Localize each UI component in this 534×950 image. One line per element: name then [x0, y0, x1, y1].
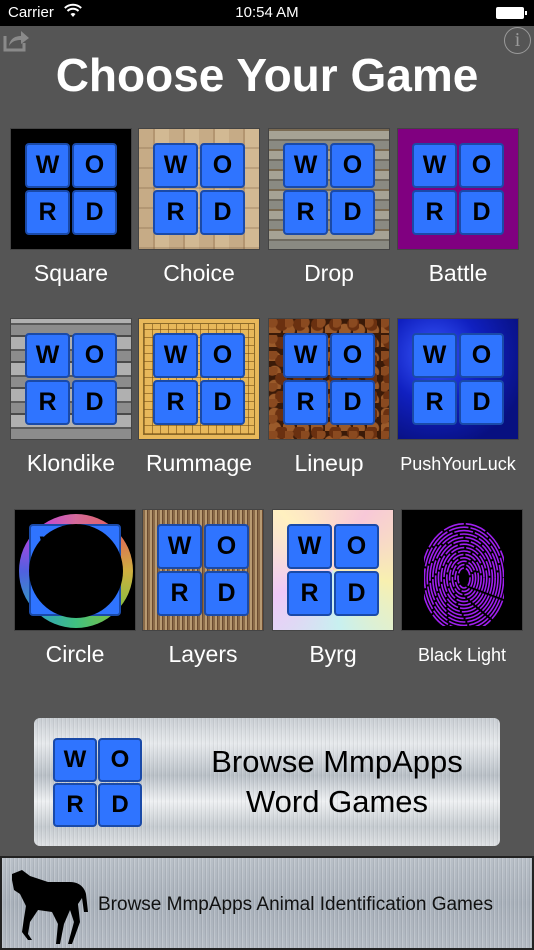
page-title: Choose Your Game [55, 49, 479, 101]
letter-tile: W [283, 143, 328, 188]
game-lineup[interactable]: W O R D Lineup [268, 318, 390, 476]
game-thumbnail[interactable]: WORD [268, 128, 390, 250]
letter-tile: R [412, 380, 457, 425]
letter-tile: R [25, 380, 70, 425]
letter-tile: W [412, 333, 457, 378]
letter-tile: O [459, 143, 504, 188]
letter-tile: D [334, 571, 379, 616]
word-logo-icon: W O R D [53, 738, 142, 827]
letter-tile: O [200, 143, 245, 188]
letter-tile: D [72, 380, 117, 425]
letter-tile: D [330, 380, 375, 425]
game-thumbnail[interactable]: WORD [10, 318, 132, 440]
status-bar: Carrier 10:54 AM [0, 0, 534, 26]
horse-icon [12, 870, 88, 944]
game-label: PushYourLuck [400, 454, 516, 474]
game-thumbnail[interactable]: WORD [138, 318, 260, 440]
letter-tile: O [200, 333, 245, 378]
letter-tile: R [29, 571, 74, 616]
letter-tile: O [334, 524, 379, 569]
letter-tile: O [204, 524, 249, 569]
game-circle[interactable]: W O R D Circle [14, 509, 136, 667]
letter-tile: W [53, 738, 97, 782]
browse-word-line2: Word Games [245, 784, 429, 819]
letter-tile: R [287, 571, 332, 616]
letter-tile: W [25, 333, 70, 378]
word-logo-icon: WORD [287, 524, 379, 616]
game-blacklight[interactable]: Black Light [401, 509, 523, 665]
letter-tile: D [204, 571, 249, 616]
letter-tile: D [459, 380, 504, 425]
letter-tile: O [330, 333, 375, 378]
game-thumbnail[interactable] [401, 509, 523, 631]
game-label: Battle [428, 260, 488, 286]
letter-tile: W [153, 143, 198, 188]
game-choice[interactable]: W O R D Choice [138, 128, 260, 286]
letter-tile: W [157, 524, 202, 569]
word-logo-icon: WORD [283, 143, 375, 235]
letter-tile: W [29, 524, 74, 569]
letter-tile: D [459, 190, 504, 235]
word-logo-icon: WORD [29, 524, 121, 616]
letter-tile: O [98, 738, 142, 782]
game-klondike[interactable]: W O R D Klondike [10, 318, 132, 476]
letter-tile: D [76, 571, 121, 616]
game-drop[interactable]: W O R D Drop [268, 128, 390, 286]
browse-animal-games-label: Browse MmpApps Animal Identification Gam… [98, 894, 493, 915]
browse-word-games-label: Browse MmpApps Word Games [174, 742, 500, 822]
browse-animal-games-button[interactable]: Browse MmpApps Animal Identification Gam… [0, 856, 534, 950]
word-logo-icon: WORD [153, 333, 245, 425]
letter-tile: O [72, 333, 117, 378]
word-logo-icon: WORD [153, 143, 245, 235]
game-layers[interactable]: W O R D Layers [142, 509, 264, 667]
fingerprint-icon [424, 523, 504, 626]
game-rummage[interactable]: W O R D Rummage [138, 318, 260, 476]
letter-tile: O [76, 524, 121, 569]
letter-tile: R [53, 783, 97, 827]
letter-tile: D [72, 190, 117, 235]
letter-tile: W [283, 333, 328, 378]
game-thumbnail[interactable]: WORD [397, 128, 519, 250]
letter-tile: R [412, 190, 457, 235]
browse-word-line1: Browse MmpApps [211, 744, 463, 779]
word-logo-icon: WORD [25, 143, 117, 235]
letter-tile: R [153, 380, 198, 425]
letter-tile: D [330, 190, 375, 235]
letter-tile: R [153, 190, 198, 235]
game-thumbnail[interactable]: WORD [397, 318, 519, 440]
game-thumbnail[interactable]: WORD [268, 318, 390, 440]
game-square[interactable]: W O R D Square [10, 128, 132, 286]
game-label: Black Light [417, 645, 507, 665]
game-thumbnail[interactable]: WORD [142, 509, 264, 631]
game-thumbnail[interactable]: WORD [10, 128, 132, 250]
letter-tile: O [72, 143, 117, 188]
game-thumbnail[interactable]: WORD [138, 128, 260, 250]
letter-tile: D [98, 783, 142, 827]
game-thumbnail[interactable]: WORD [14, 509, 136, 631]
game-byrg[interactable]: W O R D Byrg [272, 509, 394, 667]
game-pushyourluck[interactable]: W O R D PushYourLuck [397, 318, 519, 474]
word-logo-icon: WORD [283, 333, 375, 425]
browse-word-games-button[interactable]: W O R D Browse MmpApps Word Games [34, 718, 500, 846]
game-battle[interactable]: W O R D Battle [397, 128, 519, 286]
letter-tile: R [283, 380, 328, 425]
clock: 10:54 AM [235, 4, 299, 21]
word-logo-icon: WORD [412, 333, 504, 425]
letter-tile: W [287, 524, 332, 569]
letter-tile: O [459, 333, 504, 378]
word-logo-icon: WORD [157, 524, 249, 616]
word-logo-icon: WORD [25, 333, 117, 425]
letter-tile: R [25, 190, 70, 235]
battery-icon [496, 7, 527, 19]
letter-tile: W [153, 333, 198, 378]
letter-tile: R [157, 571, 202, 616]
letter-tile: D [200, 190, 245, 235]
letter-tile: D [200, 380, 245, 425]
word-logo-icon: WORD [412, 143, 504, 235]
letter-tile: R [283, 190, 328, 235]
letter-tile: W [25, 143, 70, 188]
game-thumbnail[interactable]: WORD [272, 509, 394, 631]
letter-tile: W [412, 143, 457, 188]
letter-tile: O [330, 143, 375, 188]
